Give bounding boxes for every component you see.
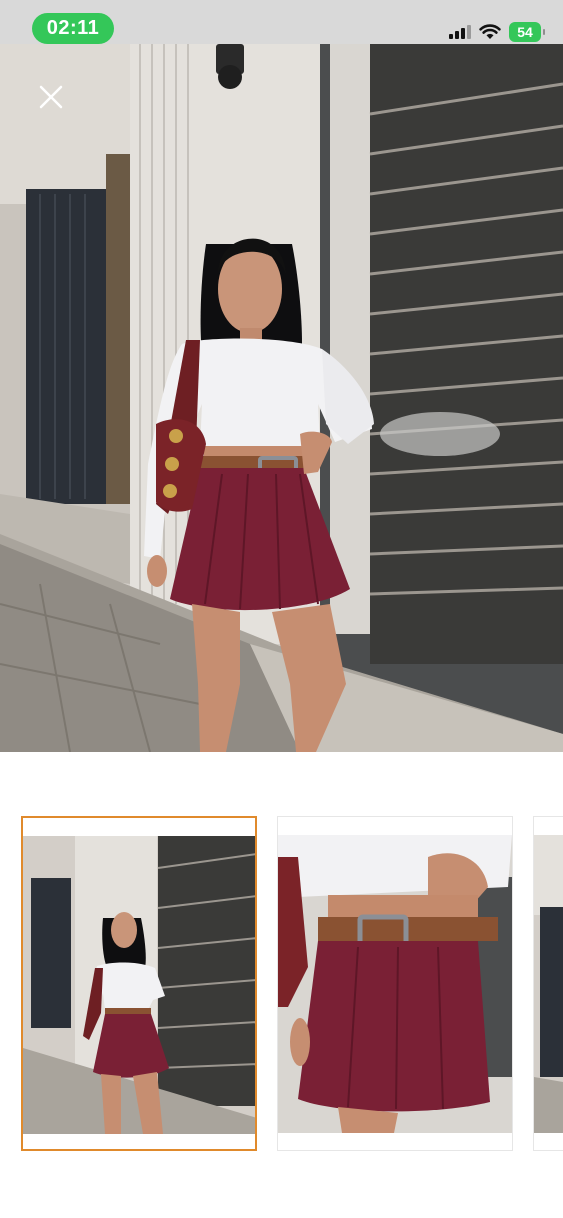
close-icon [39,85,63,109]
thumbnail-image [23,818,255,1149]
hero-photo-scene [0,44,563,752]
status-icons: 54 [449,20,545,44]
thumbnail-strip[interactable] [0,816,563,1154]
hero-product-image[interactable] [0,44,563,752]
battery-icon: 54 [509,22,545,42]
thumbnail-full-body[interactable] [21,816,257,1151]
thumbnail-partial[interactable] [533,816,563,1151]
status-time: 02:11 [32,13,114,44]
wifi-icon [479,24,501,39]
thumbnail-image [278,817,512,1150]
thumbnail-skirt-closeup[interactable] [277,816,513,1151]
thumbnail-image [534,817,563,1150]
status-bar: 02:11 54 [0,0,563,44]
signal-icon [449,25,471,39]
close-button[interactable] [34,80,68,114]
